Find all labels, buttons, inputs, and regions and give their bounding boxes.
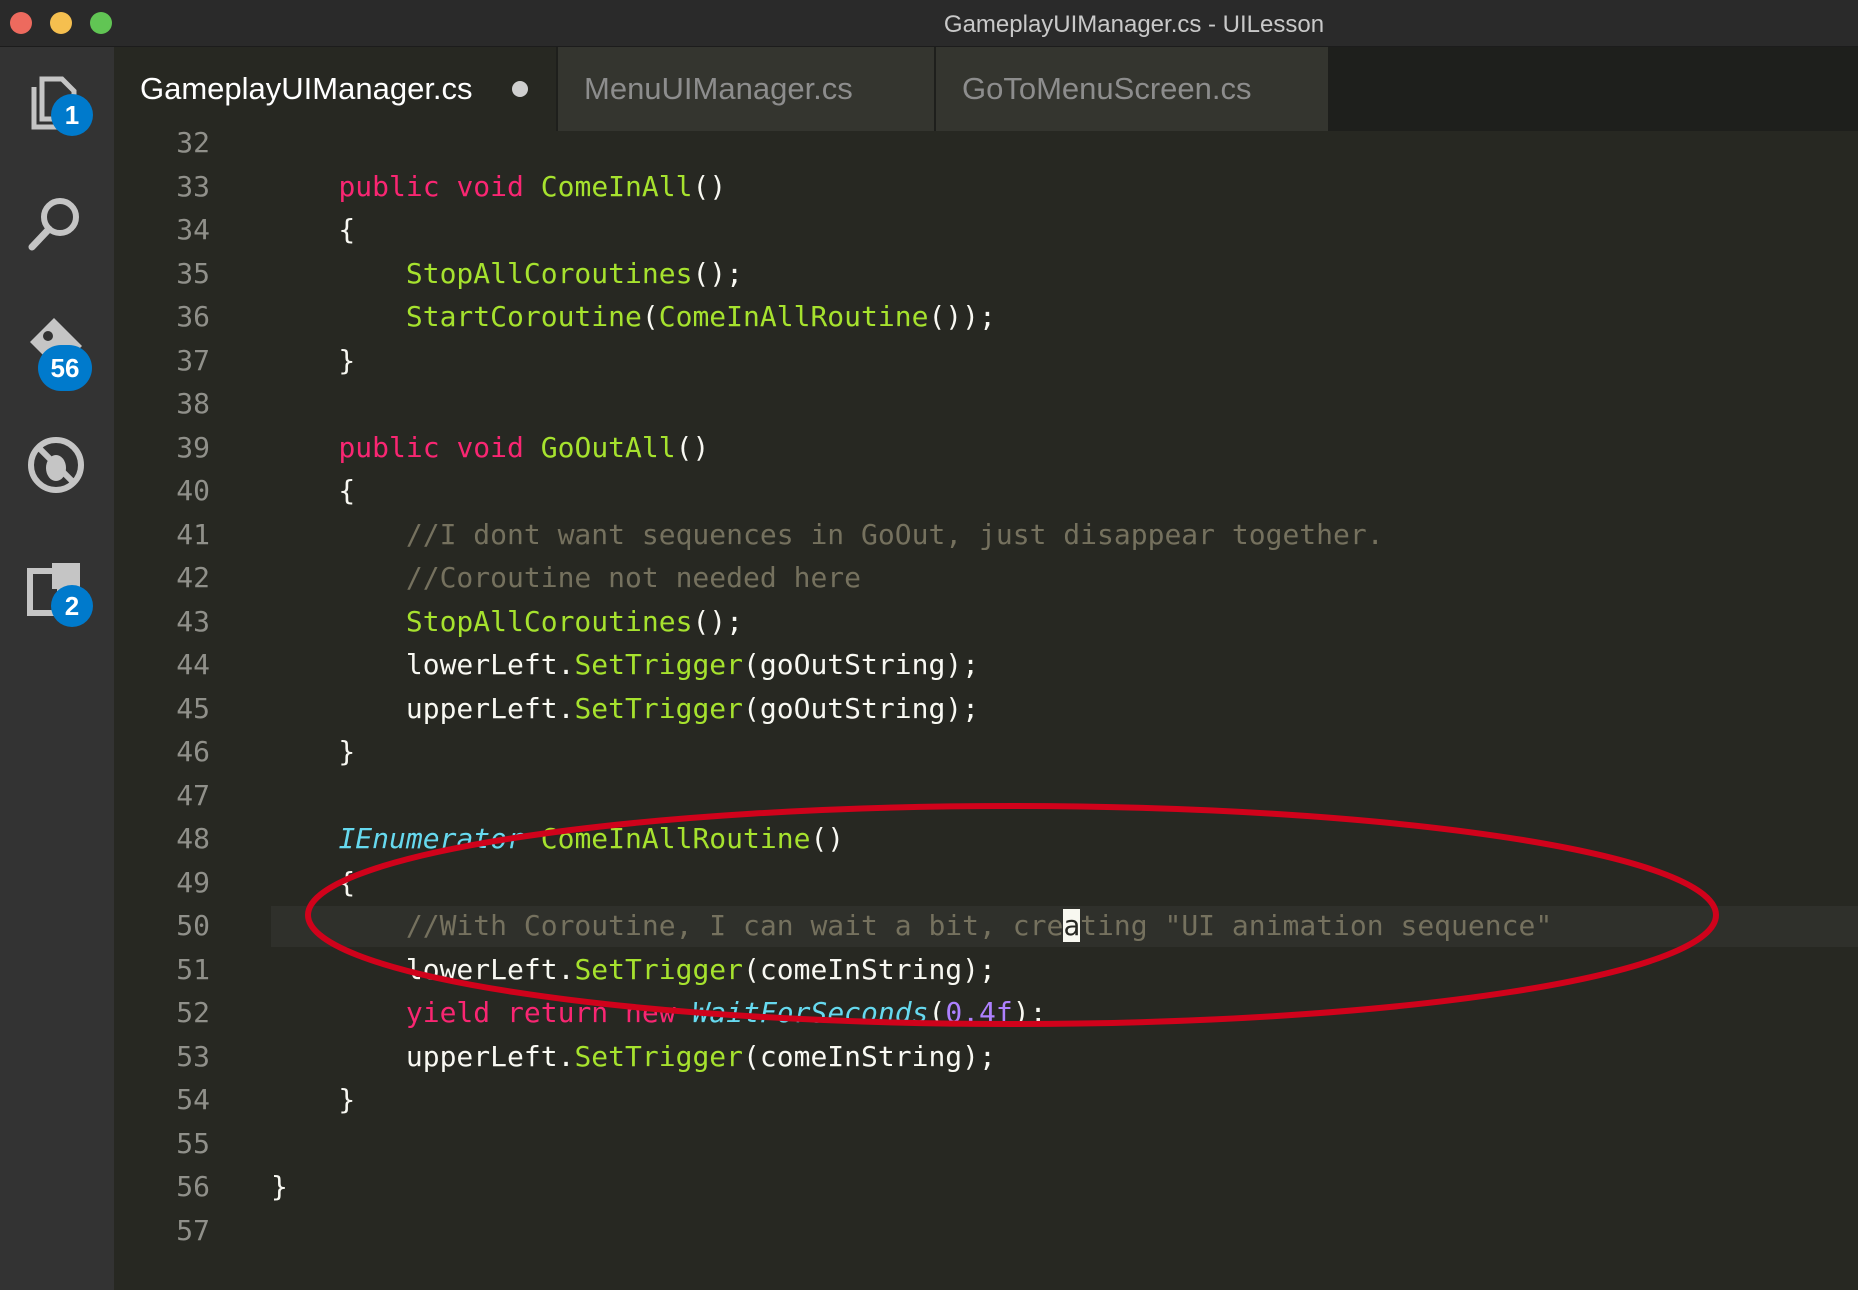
unsaved-dot-icon: [512, 81, 528, 97]
debug-button[interactable]: [24, 433, 88, 497]
red-ellipse-annotation: [305, 803, 1719, 1027]
tab-bar: GameplayUIManager.cs MenuUIManager.cs Go…: [114, 47, 1858, 131]
explorer-badge: 1: [51, 94, 93, 136]
tab-gotomenuscreen[interactable]: GoToMenuScreen.cs: [936, 47, 1328, 131]
tab-label: MenuUIManager.cs: [584, 71, 853, 106]
tab-gameplayuimanager[interactable]: GameplayUIManager.cs: [114, 47, 556, 131]
tab-label: GoToMenuScreen.cs: [962, 71, 1252, 106]
tab-menuuimanager[interactable]: MenuUIManager.cs: [558, 47, 934, 131]
search-icon: [28, 198, 79, 251]
extensions-button[interactable]: 2: [24, 557, 93, 627]
search-button[interactable]: [24, 193, 88, 257]
code-editor[interactable]: 32 33 public void ComeInAll() 34 {35 StopA…: [114, 131, 1858, 1290]
window-title: GameplayUIManager.cs - UILesson: [943, 11, 1325, 38]
source-control-button[interactable]: 56: [24, 312, 92, 391]
tab-label: GameplayUIManager.cs: [140, 71, 473, 106]
debug-icon: [28, 437, 84, 493]
source-control-badge: 56: [38, 345, 92, 391]
explorer-button[interactable]: 1: [24, 69, 93, 136]
activity-bar: 1 56 2: [0, 47, 114, 1290]
extensions-badge: 2: [51, 585, 93, 627]
title-bar: GameplayUIManager.cs - UILesson: [0, 0, 1858, 47]
